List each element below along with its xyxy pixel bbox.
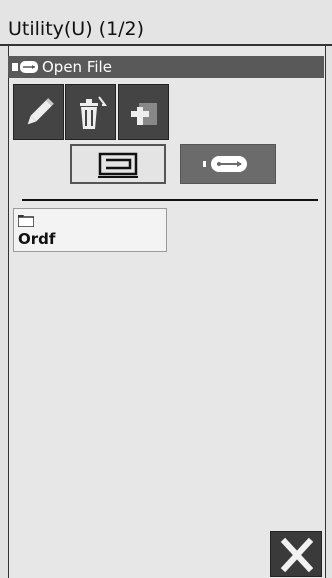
add-folder-button[interactable] xyxy=(118,84,169,140)
machine-source-button[interactable] xyxy=(70,144,166,184)
close-icon xyxy=(280,537,314,573)
usb-icon xyxy=(12,61,38,73)
close-button[interactable] xyxy=(270,531,322,577)
title-bar: Utility(U) (1/2) xyxy=(0,0,332,44)
section-title: Open File xyxy=(42,58,112,76)
trash-icon xyxy=(80,96,107,129)
folder-item[interactable]: Ordf xyxy=(13,208,167,252)
usb-icon xyxy=(203,156,247,172)
delete-button[interactable] xyxy=(65,84,116,140)
add-folder-icon xyxy=(131,103,157,125)
section-header: Open File xyxy=(8,56,324,78)
folder-icon xyxy=(18,215,34,227)
usb-source-button[interactable] xyxy=(180,144,276,184)
pencil-icon xyxy=(27,98,54,125)
folder-name: Ordf xyxy=(18,230,56,248)
list-divider xyxy=(22,199,318,201)
window-title: Utility(U) (1/2) xyxy=(8,18,145,40)
edit-button[interactable] xyxy=(13,84,64,140)
sewing-machine-icon xyxy=(98,152,138,178)
